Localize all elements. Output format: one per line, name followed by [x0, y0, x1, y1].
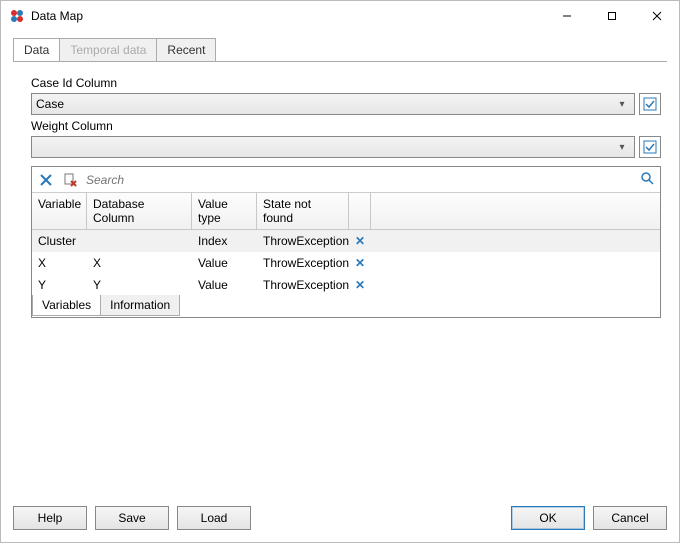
dialog-window: Data Map Data Temporal data Recent Case … — [0, 0, 680, 543]
col-header-spacer — [371, 193, 660, 229]
cell-statenotfound: ThrowException — [257, 278, 349, 292]
table-row[interactable]: Y Y Value ThrowException ✕ — [32, 274, 660, 296]
cell-statenotfound: ThrowException — [257, 234, 349, 248]
case-id-label: Case Id Column — [31, 76, 661, 90]
cell-variable: X — [32, 256, 87, 270]
clear-all-icon[interactable] — [62, 172, 78, 188]
cancel-button[interactable]: Cancel — [593, 506, 667, 530]
delete-icon[interactable] — [38, 172, 54, 188]
help-button[interactable]: Help — [13, 506, 87, 530]
chevron-down-icon: ▾ — [614, 142, 630, 153]
search-icon[interactable] — [640, 171, 654, 188]
tab-data[interactable]: Data — [13, 38, 60, 61]
grid-header-row: Variable Database Column Value type Stat… — [32, 193, 660, 230]
col-header-action — [349, 193, 371, 229]
row-delete-icon[interactable]: ✕ — [349, 256, 371, 270]
case-id-combo[interactable]: Case ▾ — [31, 93, 635, 115]
table-row[interactable]: X X Value ThrowException ✕ — [32, 252, 660, 274]
col-header-statenotfound[interactable]: State not found — [257, 193, 349, 229]
col-header-database[interactable]: Database Column — [87, 193, 192, 229]
cell-valuetype: Value — [192, 256, 257, 270]
titlebar: Data Map — [1, 1, 679, 31]
grid-body: Cluster Index ThrowException ✕ X X Value… — [32, 230, 660, 296]
row-delete-icon[interactable]: ✕ — [349, 278, 371, 292]
top-tabstrip: Data Temporal data Recent — [1, 31, 679, 61]
case-id-value: Case — [36, 97, 614, 111]
app-icon — [9, 8, 25, 24]
weight-option-button[interactable] — [639, 136, 661, 158]
cell-db: Y — [87, 278, 192, 292]
load-button[interactable]: Load — [177, 506, 251, 530]
close-button[interactable] — [634, 2, 679, 31]
cell-variable: Cluster — [32, 234, 87, 248]
maximize-button[interactable] — [589, 2, 634, 31]
tab-temporal-data[interactable]: Temporal data — [59, 38, 157, 61]
col-header-valuetype[interactable]: Value type — [192, 193, 257, 229]
col-header-variable[interactable]: Variable — [32, 193, 87, 229]
cell-variable: Y — [32, 278, 87, 292]
chevron-down-icon: ▾ — [614, 99, 630, 110]
bottom-tabstrip: Variables Information — [32, 296, 660, 317]
cell-valuetype: Value — [192, 278, 257, 292]
search-input[interactable] — [86, 173, 632, 187]
ok-button[interactable]: OK — [511, 506, 585, 530]
case-id-option-button[interactable] — [639, 93, 661, 115]
save-button[interactable]: Save — [95, 506, 169, 530]
weight-combo[interactable]: ▾ — [31, 136, 635, 158]
window-title: Data Map — [31, 9, 83, 23]
cell-db: X — [87, 256, 192, 270]
content-area: Case Id Column Case ▾ Weight Column ▾ — [1, 62, 679, 496]
row-delete-icon[interactable]: ✕ — [349, 234, 371, 248]
dialog-footer: Help Save Load OK Cancel — [1, 496, 679, 542]
minimize-button[interactable] — [544, 2, 589, 31]
cell-valuetype: Index — [192, 234, 257, 248]
weight-label: Weight Column — [31, 119, 661, 133]
grid-toolbar — [32, 167, 660, 193]
table-row[interactable]: Cluster Index ThrowException ✕ — [32, 230, 660, 252]
tab-recent[interactable]: Recent — [156, 38, 216, 61]
tab-variables[interactable]: Variables — [32, 295, 101, 316]
mapping-grid: Variable Database Column Value type Stat… — [31, 166, 661, 318]
cell-statenotfound: ThrowException — [257, 256, 349, 270]
tab-information[interactable]: Information — [100, 295, 180, 316]
